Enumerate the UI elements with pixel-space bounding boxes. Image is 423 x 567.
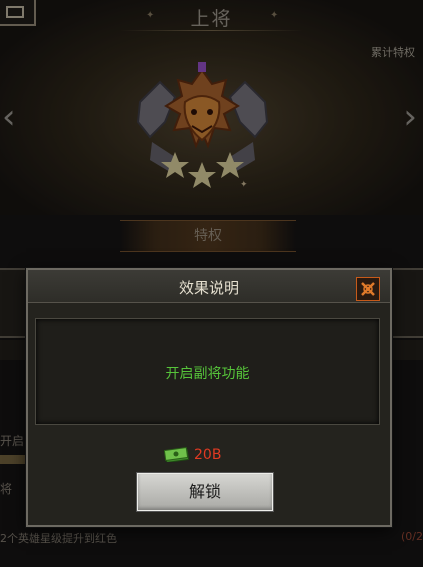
unlock-button[interactable]: 解锁 <box>137 473 273 511</box>
effect-description-dialog: 效果说明 开启副将功能 20B 解锁 <box>26 268 392 527</box>
dialog-header: 效果说明 <box>28 270 390 303</box>
close-icon <box>361 282 375 296</box>
dialog-title: 效果说明 <box>178 279 239 297</box>
cash-icon <box>164 446 190 462</box>
description-text: 开启副将功能 <box>165 366 250 382</box>
description-box: 开启副将功能 <box>35 318 380 425</box>
cost-value: 20B <box>194 447 222 463</box>
close-button[interactable] <box>356 277 380 301</box>
